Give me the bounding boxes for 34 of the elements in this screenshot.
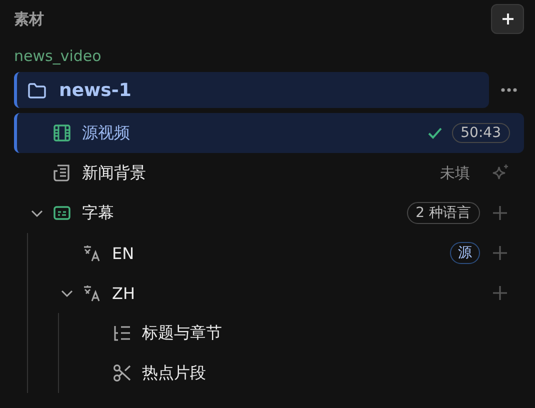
item-label: EN (112, 244, 134, 262)
item-label: ZH (112, 284, 135, 302)
item-label: 热点片段 (142, 362, 206, 384)
subtitles-icon (52, 203, 72, 223)
add-icon[interactable] (490, 243, 510, 263)
add-icon (500, 12, 514, 26)
film-icon (52, 123, 72, 143)
add-button[interactable] (491, 4, 524, 34)
status-text: 未填 (440, 164, 470, 182)
tree-item[interactable]: 字幕 2 种语言 (14, 193, 524, 233)
tree-item[interactable]: 新闻背景 未填 (14, 153, 524, 193)
item-label: 字幕 (82, 202, 114, 224)
folder-icon (27, 80, 47, 100)
item-label: 源视频 (82, 122, 130, 144)
tree-item[interactable]: 源视频 50:43 (14, 113, 524, 153)
add-icon[interactable] (490, 203, 510, 223)
item-label: 新闻背景 (82, 162, 146, 184)
scissors-icon (112, 363, 132, 383)
count-badge: 2 种语言 (406, 202, 480, 224)
newspaper-icon (52, 163, 72, 183)
list-icon (112, 323, 132, 343)
add-icon[interactable] (490, 283, 510, 303)
tree-item[interactable]: ZH (28, 273, 524, 313)
tree-item[interactable]: 热点片段 (59, 353, 524, 393)
tree-item[interactable]: EN 源 (28, 233, 524, 273)
panel-title: 素材 (14, 10, 44, 28)
translate-icon (82, 283, 102, 303)
translate-icon (82, 243, 102, 263)
source-tag: 源 (450, 242, 480, 264)
tree-item[interactable]: 标题与章节 (59, 313, 524, 353)
project-name: news_video (14, 46, 102, 67)
item-label: 标题与章节 (142, 322, 222, 344)
count-badge: 50:43 (452, 123, 510, 143)
folder-row[interactable]: news-1 (14, 72, 489, 108)
